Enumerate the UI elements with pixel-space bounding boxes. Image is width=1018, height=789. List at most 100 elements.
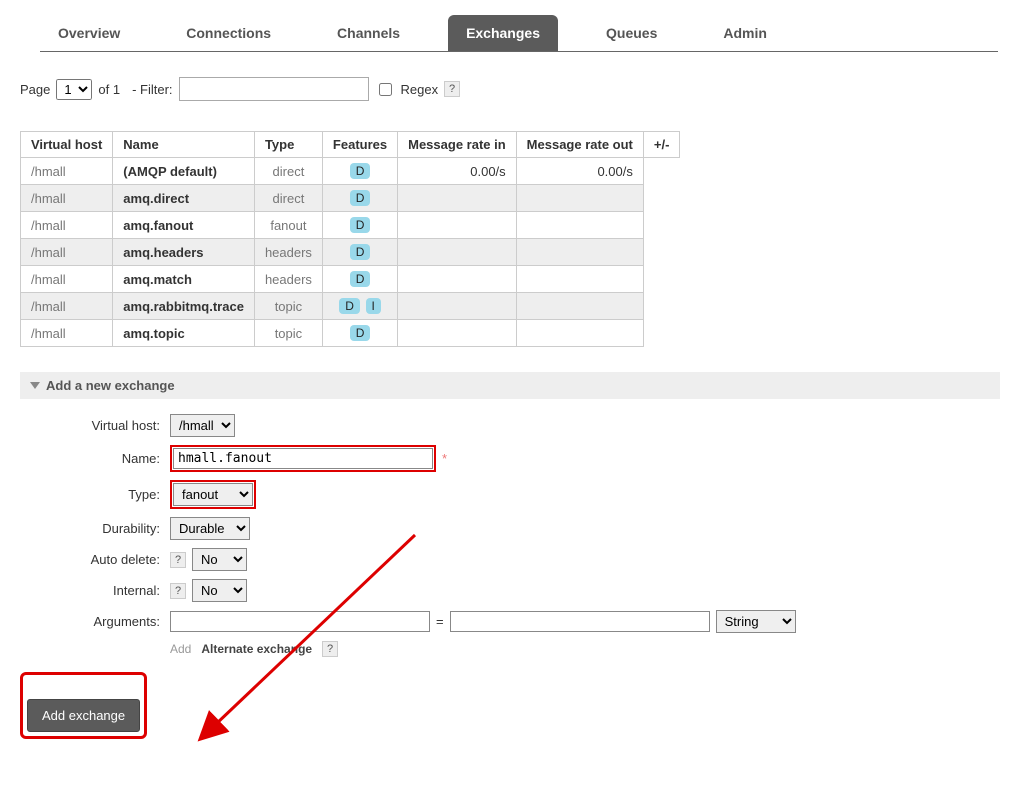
- cell-rate-in: 0.00/s: [398, 158, 517, 185]
- cell-vhost: /hmall: [21, 239, 113, 266]
- type-select[interactable]: fanout: [173, 483, 253, 506]
- cell-features: D I: [322, 293, 397, 320]
- tab-overview[interactable]: Overview: [40, 15, 138, 51]
- add-exchange-section-header[interactable]: Add a new exchange: [20, 372, 1000, 399]
- cell-type: topic: [254, 293, 322, 320]
- main-tabs: Overview Connections Channels Exchanges …: [40, 0, 998, 52]
- col-name[interactable]: Name: [113, 132, 255, 158]
- cell-name[interactable]: amq.rabbitmq.trace: [113, 293, 255, 320]
- cell-name[interactable]: amq.fanout: [113, 212, 255, 239]
- alternate-exchange-link[interactable]: Alternate exchange: [201, 642, 312, 656]
- cell-type: headers: [254, 266, 322, 293]
- page-label: Page: [20, 82, 50, 97]
- cell-rate-in: [398, 293, 517, 320]
- tab-admin[interactable]: Admin: [705, 15, 785, 51]
- filter-input[interactable]: [179, 77, 369, 101]
- cell-rate-in: [398, 239, 517, 266]
- add-exchange-button[interactable]: Add exchange: [27, 699, 140, 732]
- page-of: of 1: [98, 82, 120, 97]
- name-input[interactable]: [173, 448, 433, 469]
- add-arg-link[interactable]: Add: [170, 642, 191, 656]
- cell-rate-out: [516, 320, 643, 347]
- cell-vhost: /hmall: [21, 212, 113, 239]
- col-rate-out[interactable]: Message rate out: [516, 132, 643, 158]
- section-title: Add a new exchange: [46, 378, 175, 393]
- equals-text: =: [436, 614, 444, 629]
- cell-rate-in: [398, 320, 517, 347]
- alternate-exchange-help-icon[interactable]: ?: [322, 641, 338, 657]
- feature-badge: D: [339, 298, 360, 314]
- cell-name[interactable]: (AMQP default): [113, 158, 255, 185]
- tab-channels[interactable]: Channels: [319, 15, 418, 51]
- cell-vhost: /hmall: [21, 185, 113, 212]
- arg-key-input[interactable]: [170, 611, 430, 632]
- required-star-icon: *: [442, 451, 447, 466]
- tab-queues[interactable]: Queues: [588, 15, 675, 51]
- col-plusminus[interactable]: +/-: [643, 132, 680, 158]
- cell-type: headers: [254, 239, 322, 266]
- feature-badge: I: [366, 298, 381, 314]
- cell-type: topic: [254, 320, 322, 347]
- table-row[interactable]: /hmallamq.headersheaders D: [21, 239, 680, 266]
- arg-type-select[interactable]: String: [716, 610, 796, 633]
- cell-rate-out: [516, 239, 643, 266]
- cell-vhost: /hmall: [21, 293, 113, 320]
- cell-features: D: [322, 185, 397, 212]
- chevron-down-icon: [30, 382, 40, 389]
- filter-label: - Filter:: [132, 82, 172, 97]
- cell-type: direct: [254, 158, 322, 185]
- cell-rate-out: [516, 266, 643, 293]
- auto-delete-select[interactable]: No: [192, 548, 247, 571]
- cell-name[interactable]: amq.match: [113, 266, 255, 293]
- page-bar: Page 1 of 1 - Filter: Regex ?: [20, 77, 998, 101]
- table-row[interactable]: /hmallamq.matchheaders D: [21, 266, 680, 293]
- col-vhost[interactable]: Virtual host: [21, 132, 113, 158]
- cell-vhost: /hmall: [21, 320, 113, 347]
- cell-rate-out: 0.00/s: [516, 158, 643, 185]
- regex-help-icon[interactable]: ?: [444, 81, 460, 97]
- table-header-row: Virtual host Name Type Features Message …: [21, 132, 680, 158]
- feature-badge: D: [350, 244, 371, 260]
- arg-value-input[interactable]: [450, 611, 710, 632]
- auto-delete-help-icon[interactable]: ?: [170, 552, 186, 568]
- table-row[interactable]: /hmallamq.directdirect D: [21, 185, 680, 212]
- cell-name[interactable]: amq.topic: [113, 320, 255, 347]
- col-type[interactable]: Type: [254, 132, 322, 158]
- vhost-select[interactable]: /hmall: [170, 414, 235, 437]
- col-features[interactable]: Features: [322, 132, 397, 158]
- cell-vhost: /hmall: [21, 266, 113, 293]
- cell-name[interactable]: amq.headers: [113, 239, 255, 266]
- feature-badge: D: [350, 217, 371, 233]
- table-row[interactable]: /hmallamq.topictopic D: [21, 320, 680, 347]
- table-row[interactable]: /hmallamq.fanoutfanoutD: [21, 212, 680, 239]
- regex-checkbox[interactable]: [379, 83, 392, 96]
- tab-exchanges[interactable]: Exchanges: [448, 15, 558, 51]
- internal-label: Internal:: [20, 583, 170, 598]
- cell-features: D: [322, 320, 397, 347]
- feature-badge: D: [350, 271, 371, 287]
- vhost-label: Virtual host:: [20, 418, 170, 433]
- table-row[interactable]: /hmall(AMQP default)directD0.00/s0.00/s: [21, 158, 680, 185]
- cell-name[interactable]: amq.direct: [113, 185, 255, 212]
- cell-rate-out: [516, 185, 643, 212]
- durability-select[interactable]: Durable: [170, 517, 250, 540]
- cell-features: D: [322, 158, 397, 185]
- feature-badge: D: [350, 190, 371, 206]
- cell-features: D: [322, 266, 397, 293]
- cell-type: direct: [254, 185, 322, 212]
- cell-rate-out: [516, 293, 643, 320]
- exchanges-table: Virtual host Name Type Features Message …: [20, 131, 680, 347]
- col-rate-in[interactable]: Message rate in: [398, 132, 517, 158]
- type-label: Type:: [20, 487, 170, 502]
- cell-rate-in: [398, 266, 517, 293]
- feature-badge: D: [350, 325, 371, 341]
- cell-vhost: /hmall: [21, 158, 113, 185]
- durability-label: Durability:: [20, 521, 170, 536]
- page-select[interactable]: 1: [56, 79, 92, 100]
- table-row[interactable]: /hmallamq.rabbitmq.tracetopicD I: [21, 293, 680, 320]
- internal-help-icon[interactable]: ?: [170, 583, 186, 599]
- arguments-label: Arguments:: [20, 614, 170, 629]
- internal-select[interactable]: No: [192, 579, 247, 602]
- auto-delete-label: Auto delete:: [20, 552, 170, 567]
- tab-connections[interactable]: Connections: [168, 15, 289, 51]
